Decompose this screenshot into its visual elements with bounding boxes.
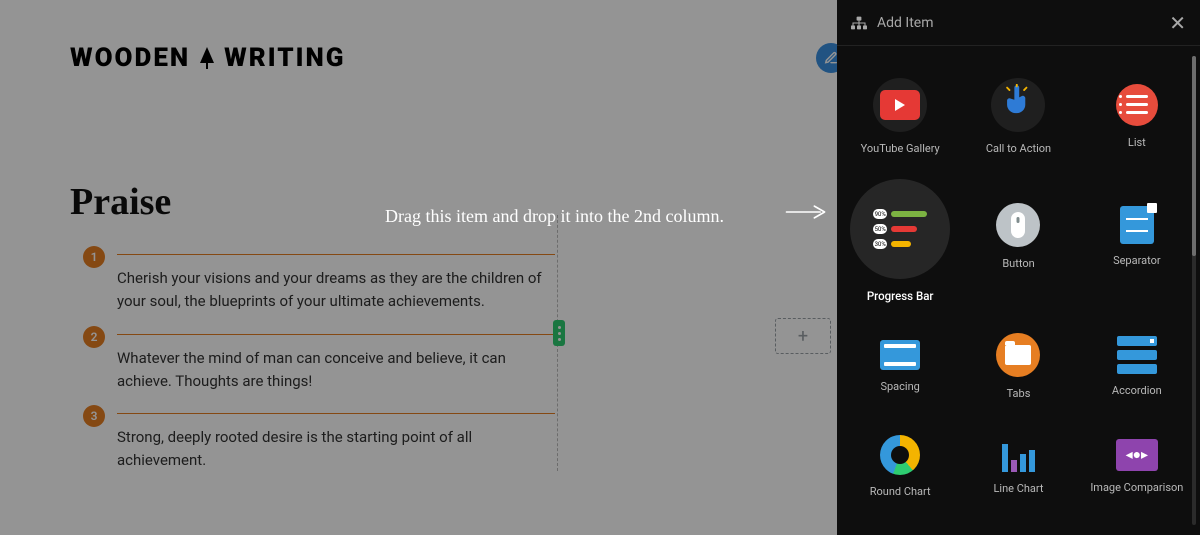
drag-handle[interactable] xyxy=(553,320,565,346)
tabs-icon xyxy=(996,333,1040,377)
accordion-icon xyxy=(1117,336,1157,374)
arrow-icon xyxy=(785,202,829,222)
quote-text: Whatever the mind of man can conceive an… xyxy=(117,347,555,394)
image-comparison-icon: ◂●▸ xyxy=(1116,439,1158,471)
item-label: Progress Bar xyxy=(867,289,934,303)
item-button[interactable]: Button xyxy=(959,176,1077,296)
close-icon[interactable]: ✕ xyxy=(1169,11,1186,35)
list-icon xyxy=(1116,84,1158,126)
item-spacing[interactable]: Spacing xyxy=(841,306,959,426)
item-label: Round Chart xyxy=(870,485,931,498)
item-separator[interactable]: Separator xyxy=(1078,176,1196,296)
item-label: Spacing xyxy=(880,380,919,393)
item-label: Tabs xyxy=(1007,387,1031,400)
site-logo[interactable]: WOODEN WRITING xyxy=(70,43,345,73)
item-youtube-gallery[interactable]: YouTube Gallery xyxy=(841,56,959,176)
logo-text-right: WRITING xyxy=(224,43,345,73)
item-label: Call to Action xyxy=(986,142,1051,155)
progress-bar-icon: 90% 50% 30% xyxy=(873,209,927,249)
item-call-to-action[interactable]: Call to Action xyxy=(959,56,1077,176)
item-round-chart[interactable]: Round Chart xyxy=(841,426,959,506)
sitemap-icon xyxy=(851,16,867,30)
youtube-icon xyxy=(880,90,920,120)
item-list[interactable]: List xyxy=(1078,56,1196,176)
round-chart-icon xyxy=(880,435,920,475)
item-accordion[interactable]: Accordion xyxy=(1078,306,1196,426)
item-tabs[interactable]: Tabs xyxy=(959,306,1077,426)
separator-icon xyxy=(1120,206,1154,244)
item-label: Accordion xyxy=(1112,384,1162,397)
item-image-comparison[interactable]: ◂●▸ Image Comparison xyxy=(1078,426,1196,506)
scrollbar-thumb[interactable] xyxy=(1192,56,1196,256)
line-chart-icon xyxy=(1002,438,1035,472)
quote-badge: 3 xyxy=(83,405,105,427)
logo-text-left: WOODEN xyxy=(70,43,190,73)
spacing-icon xyxy=(880,340,920,370)
quote-text: Strong, deeply rooted desire is the star… xyxy=(117,426,555,473)
item-label: Button xyxy=(1002,257,1034,270)
item-label: Image Comparison xyxy=(1090,481,1183,494)
item-progress-bar[interactable]: 90% 50% 30% Progress Bar xyxy=(841,176,959,306)
item-label: List xyxy=(1128,136,1146,149)
panel-title: Add Item xyxy=(877,15,934,31)
item-line-chart[interactable]: Line Chart xyxy=(959,426,1077,506)
hand-pointer-icon xyxy=(1003,84,1033,125)
button-icon xyxy=(996,203,1040,247)
quote-text: Cherish your visions and your dreams as … xyxy=(117,267,555,314)
add-item-panel: Add Item ✕ YouTube Gallery Call to Actio… xyxy=(837,0,1200,535)
item-label: Separator xyxy=(1113,254,1161,267)
tree-icon xyxy=(200,47,214,69)
item-label: Line Chart xyxy=(993,482,1043,495)
instruction-callout: Drag this item and drop it into the 2nd … xyxy=(385,206,724,227)
quote-badge: 1 xyxy=(83,246,105,268)
quote-badge: 2 xyxy=(83,326,105,348)
item-label: YouTube Gallery xyxy=(861,142,940,155)
drop-zone[interactable]: + xyxy=(775,318,831,354)
